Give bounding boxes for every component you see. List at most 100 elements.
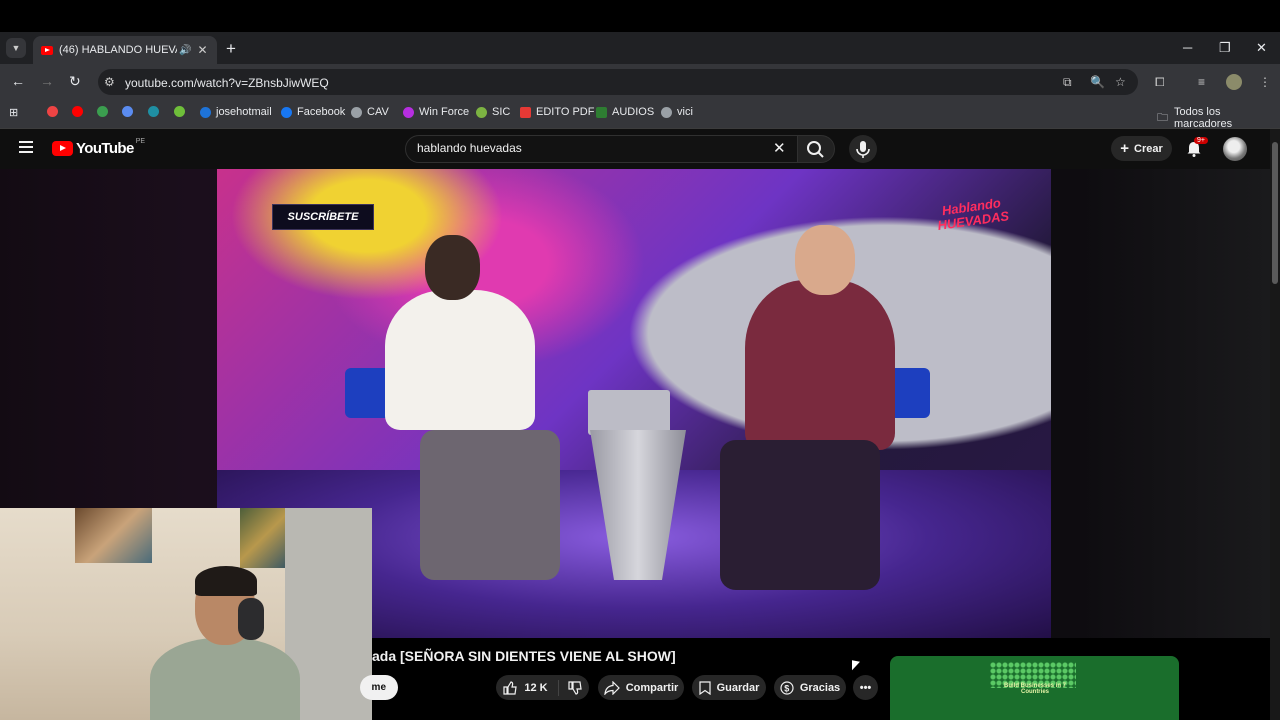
bookmark-icon: [698, 680, 711, 695]
folder-icon: 🗀: [1157, 111, 1168, 124]
host-left-pants: [420, 430, 560, 580]
share-icon: [604, 680, 620, 695]
close-tab-icon[interactable]: ✕: [197, 43, 207, 57]
laptop: [588, 390, 670, 435]
tab-search-button[interactable]: ▼: [6, 38, 26, 58]
back-button[interactable]: ←: [11, 73, 25, 89]
speaker-icon[interactable]: 🔊: [179, 45, 191, 56]
profile-icon[interactable]: [1226, 74, 1242, 90]
save-label: Guardar: [716, 681, 760, 694]
all-bookmarks-label: Todos los marcadores: [1174, 106, 1233, 130]
screen-top-bar: [0, 0, 1280, 32]
webcam-person-body: [150, 638, 300, 720]
share-label: Compartir: [625, 681, 679, 694]
extensions-icon[interactable]: ⧠: [1155, 75, 1165, 90]
apps-grid-icon[interactable]: ⊞: [9, 106, 18, 119]
bookmark-check-icon[interactable]: [174, 106, 190, 117]
hamburger-menu-icon[interactable]: [19, 141, 33, 153]
webcam-overlay: [0, 508, 372, 720]
mouse-cursor-icon: [852, 660, 860, 672]
bookmark-icon-4[interactable]: [122, 106, 138, 117]
bookmark-label: SIC: [492, 106, 511, 118]
youtube-logo[interactable]: YouTube PE: [52, 138, 146, 157]
search-button[interactable]: [797, 135, 835, 163]
host-right-pants: [720, 440, 880, 590]
plus-icon: +: [1120, 140, 1129, 157]
create-button[interactable]: + Crear: [1111, 136, 1172, 161]
youtube-favicon-icon: [41, 45, 53, 55]
bookmark-label: AUDIOS: [612, 106, 655, 118]
restore-button[interactable]: ❐: [1219, 40, 1231, 56]
save-button[interactable]: Guardar: [692, 675, 766, 700]
microphone-icon: [856, 141, 870, 158]
site-info-icon[interactable]: ⚙: [104, 75, 115, 89]
bookmark-label: Facebook: [297, 106, 346, 118]
bookmark-label: josehotmail: [216, 106, 272, 118]
host-left-head: [425, 235, 480, 300]
create-label: Crear: [1134, 142, 1163, 155]
voice-search-button[interactable]: [849, 135, 877, 163]
install-app-icon[interactable]: ⧉: [1063, 75, 1072, 90]
browser-tab-active[interactable]: (46) HABLANDO HUEVADAS 🔊 ✕: [33, 36, 217, 64]
svg-text:$: $: [784, 683, 789, 693]
media-control-icon[interactable]: ≡: [1198, 75, 1205, 89]
bookmark-label: EDITO PDF: [536, 106, 595, 118]
bookmark-facebook[interactable]: Facebook: [281, 106, 345, 118]
thanks-heart-dollar-icon: $: [780, 680, 794, 695]
host-left-shirt: [385, 290, 535, 430]
bookmark-josehotmail[interactable]: josehotmail: [200, 106, 272, 118]
reload-button[interactable]: ↻: [69, 73, 81, 90]
notifications-button[interactable]: [1186, 141, 1202, 162]
zoom-icon[interactable]: 🔍: [1090, 75, 1105, 89]
country-code: PE: [135, 138, 146, 145]
clear-search-icon[interactable]: ✕: [773, 139, 786, 157]
host-right-head: [795, 225, 855, 295]
bookmark-edito-pdf[interactable]: EDITO PDF: [520, 106, 594, 118]
menu-kebab-icon[interactable]: ⋮: [1259, 75, 1271, 89]
ad-text: Build Businesses in 7 Countries: [1003, 683, 1067, 695]
bookmark-star-icon[interactable]: ☆: [1115, 75, 1126, 89]
youtube-play-icon: [52, 141, 73, 156]
minimize-button[interactable]: ─: [1183, 40, 1192, 55]
bookmark-win-force[interactable]: Win Force: [403, 106, 469, 118]
share-button[interactable]: Compartir: [598, 675, 684, 700]
video-title: ada [SEÑORA SIN DIENTES VIENE AL SHOW]: [372, 648, 676, 664]
bookmark-sic[interactable]: SIC: [476, 106, 510, 118]
like-dislike-group: 12 K: [496, 675, 589, 700]
account-avatar[interactable]: [1223, 137, 1247, 161]
bookmark-gmail-icon[interactable]: [47, 106, 63, 117]
bookmark-cav[interactable]: CAV: [351, 106, 389, 118]
video-overlay-subscribe: SUSCRÍBETE: [272, 204, 374, 230]
more-actions-button[interactable]: •••: [853, 675, 878, 700]
close-window-button[interactable]: ✕: [1256, 40, 1267, 56]
scrollbar-thumb[interactable]: [1272, 142, 1278, 284]
youtube-wordmark: YouTube: [76, 140, 134, 157]
bookmark-icon-5[interactable]: [148, 106, 164, 117]
new-tab-button[interactable]: +: [226, 39, 236, 59]
join-button[interactable]: me: [360, 675, 398, 700]
bookmark-label: Win Force: [419, 106, 470, 118]
search-icon: [807, 141, 824, 158]
search-input[interactable]: hablando huevadas: [417, 141, 522, 155]
url-text[interactable]: youtube.com/watch?v=ZBnsbJiwWEQ: [125, 76, 329, 90]
dislike-button[interactable]: [559, 680, 583, 696]
thumbs-down-icon: [568, 680, 582, 695]
more-horizontal-icon: •••: [859, 681, 872, 694]
webcam-painting-left: [75, 508, 152, 563]
bookmark-youtube-icon[interactable]: [72, 106, 88, 117]
bookmark-label: CAV: [367, 106, 389, 118]
all-bookmarks-folder[interactable]: 🗀 Todos los marcadores: [1157, 106, 1280, 130]
sponsored-ad-card[interactable]: Build Businesses in 7 Countries: [890, 656, 1179, 720]
bookmark-audios[interactable]: AUDIOS: [596, 106, 654, 118]
like-button[interactable]: 12 K: [502, 679, 559, 696]
host-right-shirt: [745, 280, 895, 450]
tab-title: (46) HABLANDO HUEVADAS: [59, 44, 177, 56]
webcam-painting-right: [240, 508, 285, 568]
thumbs-up-icon: [503, 680, 518, 695]
notification-badge: 9+: [1194, 137, 1208, 144]
bookmark-vici[interactable]: vici: [661, 106, 693, 118]
bookmark-label: vici: [677, 106, 693, 118]
bookmark-maps-icon[interactable]: [97, 106, 113, 117]
forward-button[interactable]: →: [40, 73, 54, 89]
thanks-button[interactable]: $ Gracias: [774, 675, 846, 700]
